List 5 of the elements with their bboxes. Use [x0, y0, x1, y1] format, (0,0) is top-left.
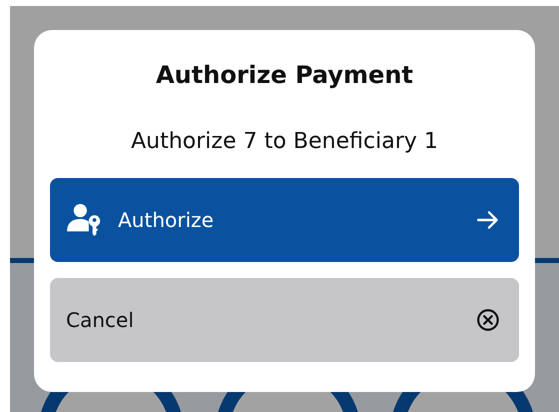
- dialog-message: Authorize 7 to Beneficiary 1: [130, 128, 440, 156]
- dialog-title: Authorize Payment: [154, 60, 414, 90]
- close-circle-icon: [475, 307, 501, 333]
- authorize-button[interactable]: Authorize: [50, 178, 519, 262]
- cancel-button[interactable]: Cancel: [50, 278, 519, 362]
